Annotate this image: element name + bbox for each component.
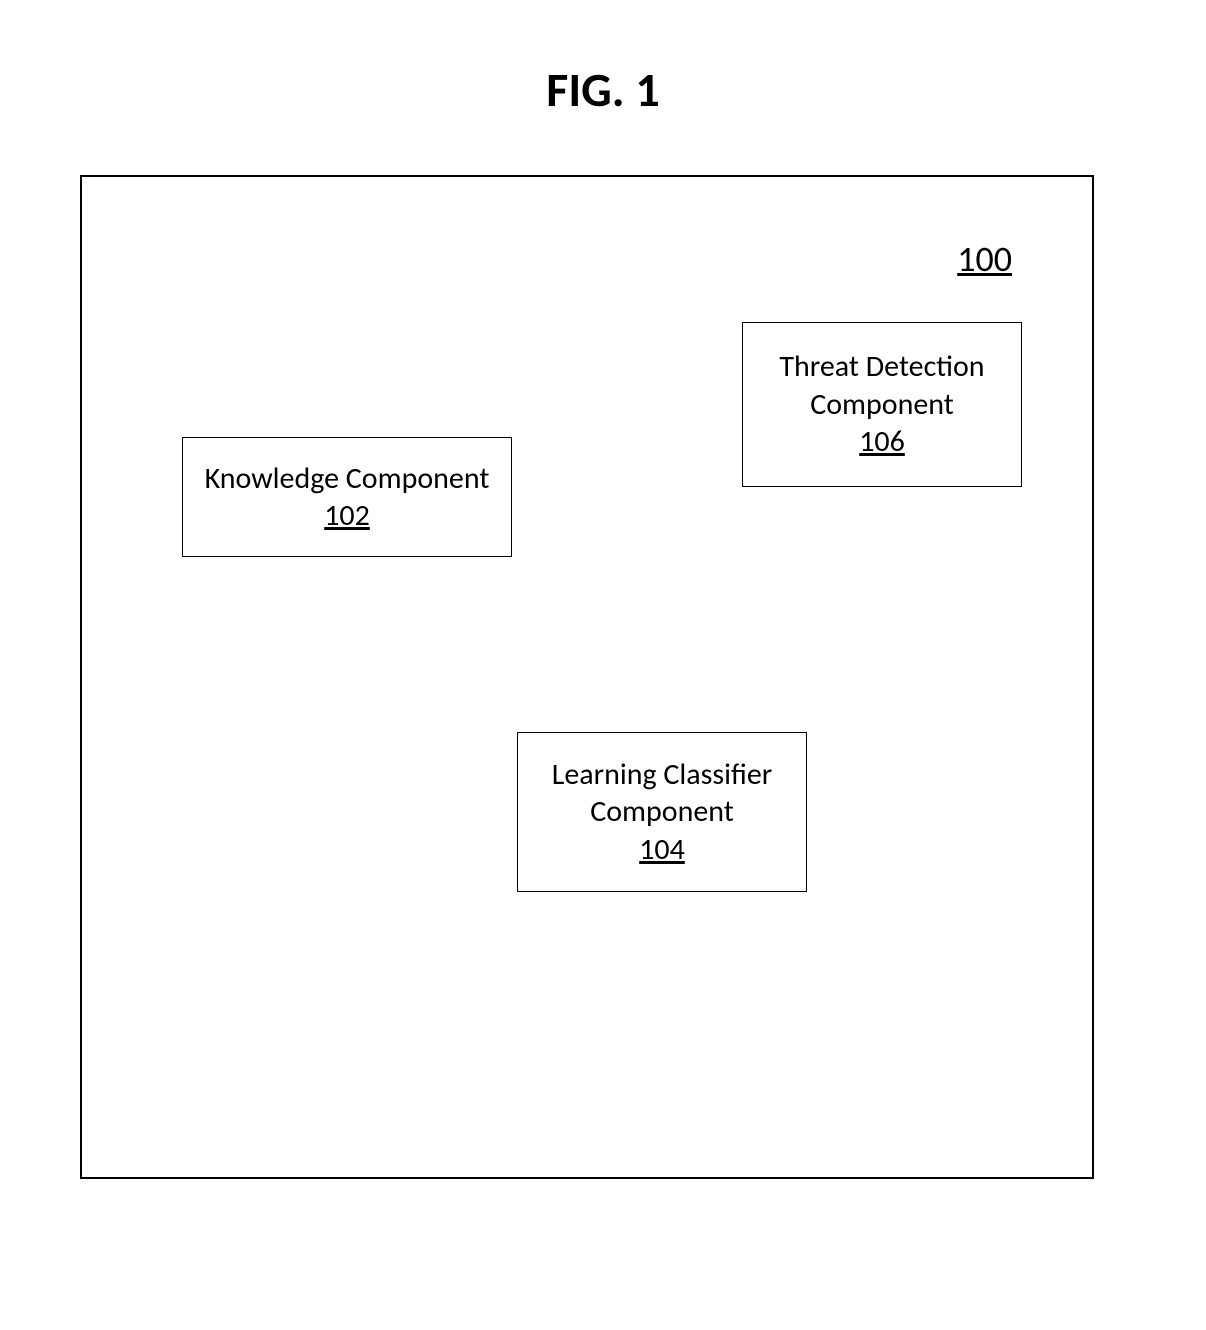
- knowledge-component-box: Knowledge Component 102: [182, 437, 512, 557]
- learning-classifier-label-line1: Learning Classifier: [552, 756, 773, 794]
- threat-detection-ref: 106: [859, 423, 905, 461]
- page: FIG. 1 100 Knowledge Component 102 Threa…: [0, 0, 1206, 1330]
- learning-classifier-label-line2: Component: [590, 793, 734, 831]
- system-ref-number: 100: [957, 237, 1012, 281]
- learning-classifier-ref: 104: [639, 831, 685, 869]
- system-container: 100 Knowledge Component 102 Threat Detec…: [80, 175, 1094, 1179]
- knowledge-component-ref: 102: [324, 497, 370, 535]
- threat-detection-component-box: Threat Detection Component 106: [742, 322, 1022, 487]
- knowledge-component-label: Knowledge Component: [205, 460, 490, 498]
- learning-classifier-component-box: Learning Classifier Component 104: [517, 732, 807, 892]
- threat-detection-label-line2: Component: [810, 386, 954, 424]
- threat-detection-label-line1: Threat Detection: [779, 348, 984, 386]
- figure-title: FIG. 1: [0, 60, 1206, 119]
